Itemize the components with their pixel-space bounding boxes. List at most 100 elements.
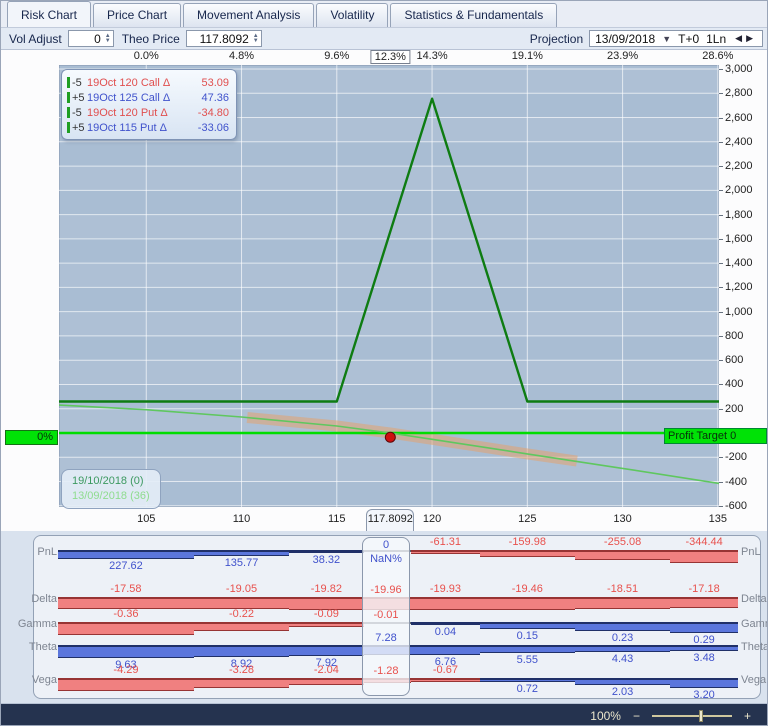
legend-item: +519Oct 125 Call Δ47.36 [67,90,229,105]
top-axis-label: 0.0% [134,50,159,62]
leg-quantity: -5 [72,77,87,89]
tab-bar: Risk ChartPrice ChartMovement AnalysisVo… [1,1,768,28]
greek-bar [480,647,575,653]
chart-legend: -519Oct 120 Call Δ53.09+519Oct 125 Call … [61,69,237,140]
status-bar: 100% − + [1,703,768,726]
right-axis-label: 2,000 [725,184,753,196]
tab-price-chart[interactable]: Price Chart [93,3,181,27]
greek-value: -0.22 [194,608,289,620]
greek-value: -19.46 [480,583,575,595]
greek-bar [289,647,363,656]
row-label-gamma: Gamma [741,618,767,630]
tab-statistics-fundamentals[interactable]: Statistics & Fundamentals [390,3,557,27]
projection-prev-icon[interactable]: ◀ [735,33,746,43]
greek-value: -17.58 [58,583,194,595]
greek-bar [194,552,289,556]
greek-value: 3.48 [670,652,738,664]
greek-bar [575,647,670,652]
zoom-out-button[interactable]: − [633,709,640,723]
highlight-column [362,537,410,696]
right-axis-tick [719,263,723,264]
leg-quantity: -5 [72,107,87,119]
row-label-pnl: PnL [7,546,57,558]
right-axis-label: 1,800 [725,209,753,221]
row-label-gamma: Gamma [7,618,57,630]
greek-value: 3.20 [670,689,738,701]
greek-bar [670,552,738,563]
greek-bar [670,624,738,633]
tab-risk-chart[interactable]: Risk Chart [7,1,91,27]
spin-down-icon[interactable]: ▼ [253,39,259,44]
right-axis-tick [719,190,723,191]
right-axis-tick [719,409,723,410]
greek-value: -19.82 [289,583,363,595]
vol-adjust-input[interactable]: 0 ▲▼ [68,30,114,47]
greek-value: -255.08 [575,536,670,548]
theo-price-input[interactable]: 117.8092 ▲▼ [186,30,262,47]
tab-movement-analysis[interactable]: Movement Analysis [183,3,314,27]
right-axis-label: 1,600 [725,233,753,245]
tab-volatility[interactable]: Volatility [316,3,388,27]
right-axis-tick [719,215,723,216]
top-axis-label: 9.6% [324,50,349,62]
greek-value: -19.05 [194,583,289,595]
greek-value: 0.15 [480,630,575,642]
chart-region: 0.0%4.8%9.6%12.3%14.3%19.1%23.9%28.6% 3,… [1,50,768,531]
projection-date[interactable]: 13/09/2018 [595,32,655,46]
zoom-slider-handle[interactable] [699,710,703,722]
dropdown-caret-icon[interactable]: ▼ [662,34,671,44]
right-axis-label: 200 [725,403,743,415]
bottom-axis-label: 120 [423,513,441,525]
vol-adjust-value[interactable]: 0 [73,32,101,46]
vol-adjust-spinner[interactable]: ▲▼ [105,34,111,44]
greek-bar [411,680,480,682]
leg-quantity: +5 [72,92,87,104]
greek-bar [58,680,194,691]
right-axis-label: 400 [725,378,743,390]
theo-price-value[interactable]: 117.8092 [191,32,249,46]
greek-value: 4.43 [575,653,670,665]
greek-bar [480,599,575,610]
right-axis-label: 600 [725,354,743,366]
leg-name: 19Oct 125 Call Δ [87,92,170,104]
greek-value: 0.04 [411,626,480,638]
right-axis-tick [719,142,723,143]
greek-bar [480,680,575,682]
right-axis-label: -600 [725,500,747,512]
projection-mode: 1Ln [706,32,726,46]
leg-name: 19Oct 120 Put Δ [87,107,168,119]
greek-value: -3.28 [194,664,289,676]
position-bar-icon [67,77,70,88]
greek-bar [289,680,363,685]
greek-bar [194,624,289,631]
greek-bar [194,680,289,688]
bottom-axis-label: 125 [518,513,536,525]
leg-delta-value: 53.09 [201,77,229,89]
bottom-axis-label: 130 [613,513,631,525]
current-price-axis-box: 117.8092 [366,509,414,531]
projection-combo[interactable]: 13/09/2018 ▼ T+0 1Ln ◀▶ [589,30,763,47]
row-label-delta: Delta [741,593,767,605]
spin-down-icon[interactable]: ▼ [105,39,111,44]
greek-bar [575,552,670,560]
theo-price-spinner[interactable]: ▲▼ [253,34,259,44]
right-axis-tick [719,360,723,361]
right-axis-tick [719,239,723,240]
projection-date-label: 13/09/2018 (36) [72,489,150,504]
greek-value: -17.18 [670,583,738,595]
greek-value: -0.36 [58,608,194,620]
top-axis-label: 4.8% [229,50,254,62]
greek-bar [480,552,575,557]
row-label-vega: Vega [741,674,767,686]
bottom-axis-label: 110 [233,513,251,525]
profit-target-label[interactable]: Profit Target 0 [664,428,767,444]
greek-value: 38.32 [289,554,363,566]
greek-value: 0.72 [480,683,575,695]
greek-bar [194,647,289,657]
projection-next-icon[interactable]: ▶ [746,33,757,43]
greek-value: 135.77 [194,557,289,569]
zoom-slider[interactable] [652,715,732,717]
zoom-in-button[interactable]: + [744,709,751,723]
zoom-level: 100% [590,709,621,723]
greek-bar [411,647,480,655]
